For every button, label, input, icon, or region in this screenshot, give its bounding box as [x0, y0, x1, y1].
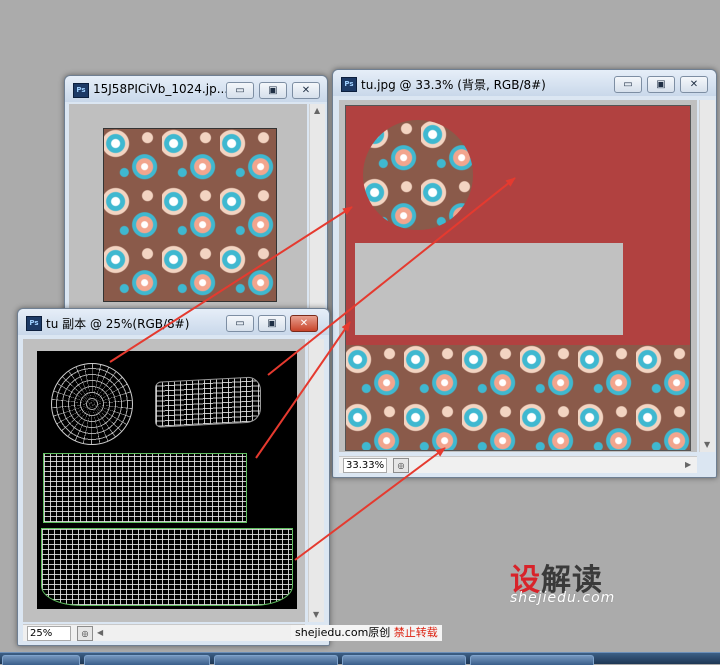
pattern-source-window[interactable]: Ps 15J58PICiVb_1024.jp... ▭ ▣ ✕ ▲ — [64, 75, 328, 317]
tu-copy-window[interactable]: Ps tu 副本 @ 25%(RGB/8#) ▭ ▣ ✕ ▼ 25% ◎ ◀ — [17, 308, 330, 646]
maximize-button[interactable]: ▣ — [259, 82, 287, 99]
footer-notice-text: 禁止转载 — [393, 626, 438, 639]
title-bar[interactable]: Ps tu.jpg @ 33.3% (背景, RGB/8#) ▭ ▣ ✕ — [333, 70, 716, 96]
document-canvas-area[interactable] — [23, 339, 305, 622]
minimize-button[interactable]: ▭ — [614, 76, 642, 93]
close-button[interactable]: ✕ — [290, 315, 318, 332]
window-title: tu 副本 @ 25%(RGB/8#) — [46, 317, 190, 331]
taskbar-item-3[interactable] — [214, 655, 338, 665]
minimize-button[interactable]: ▭ — [226, 82, 254, 99]
maximize-button[interactable]: ▣ — [258, 315, 286, 332]
zoom-level-field[interactable]: 33.33% — [343, 458, 387, 473]
wireframe-flat-plane — [43, 453, 247, 523]
close-button[interactable]: ✕ — [292, 82, 320, 99]
taskbar-item-1[interactable] — [2, 655, 80, 665]
circle-pattern-patch — [363, 120, 473, 230]
floral-pattern-image — [103, 128, 277, 302]
scroll-right-icon[interactable]: ▶ — [685, 460, 691, 469]
close-button[interactable]: ✕ — [680, 76, 708, 93]
window-title: tu.jpg @ 33.3% (背景, RGB/8#) — [361, 78, 546, 92]
scroll-down-icon[interactable]: ▼ — [704, 440, 710, 449]
taskbar-item-5[interactable] — [470, 655, 594, 665]
minimize-button[interactable]: ▭ — [226, 315, 254, 332]
zoom-level-field[interactable]: 25% — [27, 626, 71, 641]
title-bar[interactable]: Ps 15J58PICiVb_1024.jp... ▭ ▣ ✕ — [65, 76, 327, 102]
scroll-left-icon[interactable]: ◀ — [97, 628, 103, 637]
taskbar-item-2[interactable] — [84, 655, 210, 665]
window-title: 15J58PICiVb_1024.jp... — [93, 82, 229, 96]
footer-site-text: shejiedu.com原创 — [295, 626, 391, 639]
photoshop-doc-icon: Ps — [26, 316, 42, 331]
maximize-button[interactable]: ▣ — [647, 76, 675, 93]
watermark-footer: shejiedu.com原创 禁止转载 — [291, 625, 442, 641]
red-background-canvas — [345, 105, 691, 451]
vertical-scrollbar[interactable]: ▼ — [699, 100, 715, 452]
status-menu-icon[interactable]: ◎ — [77, 626, 93, 641]
document-canvas-area[interactable] — [339, 100, 697, 452]
wireframe-canvas — [37, 351, 297, 609]
watermark-url: shejiedu.com — [510, 590, 616, 606]
wireframe-curved-strip — [41, 528, 293, 606]
windows-taskbar — [0, 652, 720, 665]
scroll-up-icon[interactable]: ▲ — [314, 106, 320, 115]
scroll-down-icon[interactable]: ▼ — [313, 610, 319, 619]
vertical-scrollbar[interactable]: ▲ — [309, 104, 325, 314]
taskbar-item-4[interactable] — [342, 655, 466, 665]
wireframe-tube — [155, 376, 261, 428]
photoshop-doc-icon: Ps — [341, 77, 357, 92]
wireframe-sphere — [51, 363, 133, 445]
status-bar: 25% ◎ ◀ — [23, 624, 305, 641]
photoshop-doc-icon: Ps — [73, 83, 89, 98]
vertical-scrollbar[interactable]: ▼ — [308, 339, 324, 622]
tu-document-window[interactable]: Ps tu.jpg @ 33.3% (背景, RGB/8#) ▭ ▣ ✕ ▼ 3… — [332, 69, 717, 478]
status-menu-icon[interactable]: ◎ — [393, 458, 409, 473]
status-bar: 33.33% ◎ ▶ — [339, 456, 697, 473]
document-canvas-area[interactable] — [69, 104, 307, 314]
title-bar[interactable]: Ps tu 副本 @ 25%(RGB/8#) ▭ ▣ ✕ — [18, 309, 329, 335]
gray-rect-placeholder — [355, 243, 623, 335]
bottom-pattern-strip — [346, 345, 690, 450]
